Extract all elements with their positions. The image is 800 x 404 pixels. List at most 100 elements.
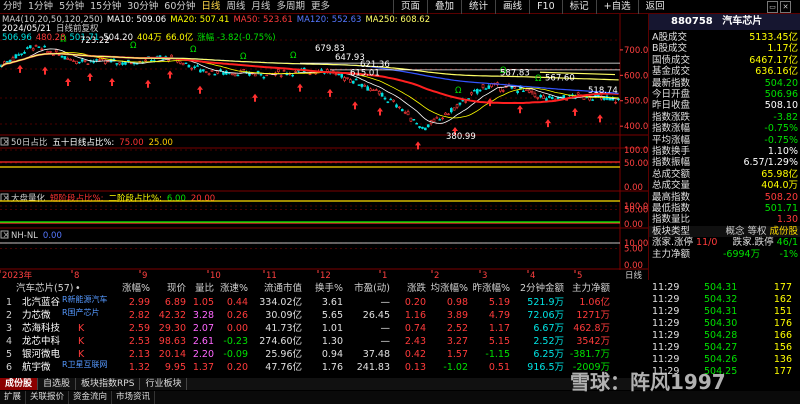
toolbar-button[interactable]: 画线 (495, 0, 529, 14)
column-header[interactable]: 涨跌 (407, 282, 426, 295)
candle (406, 111, 410, 116)
tick-time: 11:29 (652, 306, 680, 317)
candle (389, 98, 393, 101)
tick-price: 504.27 (704, 342, 738, 353)
period-tab[interactable]: 周线 (223, 0, 248, 14)
candle (395, 104, 398, 108)
table-row[interactable]: 3 芯海科技 K 2.59 29.30 2.07 0.00 41.73亿 1.01 — 0.74 2.… (0, 322, 648, 335)
status-tab[interactable]: 市场资讯 (112, 391, 156, 404)
column-header[interactable]: 涨幅% (122, 282, 150, 295)
bottom-tab[interactable]: 成份股 (0, 378, 39, 390)
window-controls: ▭ ✕ (766, 0, 792, 14)
candle (184, 62, 188, 65)
table-row[interactable]: 6 航宇微 R卫星互联网 1.32 9.95 1.37 0.20 47.76亿 1.76 241.… (0, 360, 648, 374)
cell-price: 98.63 (158, 336, 186, 347)
svg-text:506.96480.28501.71504.20404万66: 506.96 480.28 501.71 504.20 404万 66.0亿 涨幅 -3.8… (2, 32, 276, 43)
sub-axis-label: 5.00 (624, 245, 643, 255)
status-tab[interactable]: 扩展 (0, 391, 27, 404)
table-row[interactable]: 2 力芯微 R国产芯片 2.82 42.32 3.28 0.26 30.09亿 5.65 26.4… (0, 308, 648, 322)
cell-yest: -1.15 (485, 349, 510, 360)
candle (193, 66, 196, 68)
period-tab[interactable]: 5分钟 (56, 0, 87, 14)
bottom-tab[interactable]: 板块指数RPS (76, 378, 141, 390)
sector-type-option[interactable]: 成份股 (769, 226, 798, 237)
candle (57, 54, 61, 56)
toolbar-button[interactable]: 标记 (561, 0, 596, 14)
quote-label: 基金成交 (652, 66, 691, 78)
kline-chart-area[interactable]: ΩΩ ΩΩ ΩΩΩΩ MA4(10,20,50,120,250) MA10: 509.… (0, 14, 648, 280)
date-axis-label: 4 (530, 271, 535, 280)
cell-cap: 41.73亿 (265, 323, 302, 334)
stock-name[interactable]: 力芯微 (22, 309, 51, 322)
candle (346, 77, 349, 79)
period-tab[interactable]: 15分钟 (87, 0, 124, 14)
ohlc-value: 66.0亿 (166, 32, 193, 43)
cell-net: -381.7万 (569, 349, 610, 360)
tick-volume: 151 (773, 306, 792, 317)
stock-name[interactable]: 航宇微 (22, 361, 51, 374)
column-header[interactable]: 流通市值 (264, 282, 302, 295)
column-header[interactable]: 涨速% (220, 282, 248, 295)
cell-avg: 3.89 (446, 310, 468, 321)
column-header[interactable]: 均涨幅% (430, 282, 468, 295)
restore-icon[interactable]: ▭ (767, 1, 778, 13)
bottom-tab[interactable]: 自选股 (38, 378, 77, 390)
toolbar-button[interactable]: 页面 (393, 0, 427, 14)
period-tab[interactable]: 日线 (198, 0, 223, 14)
updown-row: 涨家.涨停 11/0 跌家.跌停 46/1 (652, 237, 798, 249)
buy-arrow-icon (327, 88, 333, 97)
close-icon[interactable]: ✕ (780, 1, 791, 13)
column-header[interactable]: 量比 (195, 282, 214, 295)
cell-vr: 3.28 (192, 310, 214, 321)
sector-type-option[interactable]: 等权 (747, 226, 766, 237)
quote-label: 昨日收盘 (652, 100, 691, 112)
quote-label: 最高指数 (652, 191, 691, 203)
column-header[interactable]: 市盈(动) (354, 282, 390, 295)
status-tab[interactable]: 关联报价 (26, 391, 70, 404)
candle (481, 84, 485, 88)
stock-name[interactable]: 芯海科技 (22, 322, 60, 335)
column-header[interactable]: 昨涨幅% (472, 282, 510, 295)
cell-chg: 2.59 (128, 323, 150, 334)
toolbar-button[interactable]: 返回 (637, 0, 672, 14)
column-header[interactable]: 换手% (315, 282, 343, 295)
status-tab[interactable]: 资金流向 (69, 391, 113, 404)
candle (591, 99, 594, 101)
period-tab[interactable]: 多周期 (273, 0, 308, 14)
cell-price: 6.89 (164, 297, 186, 308)
toolbar-buttons: 页面 叠加 统计 画线 F10 标记 +自选 返回 (393, 0, 672, 14)
candle (377, 91, 381, 95)
sub-axis-label: 0.00 (624, 220, 643, 230)
quote-value: 508.20 (764, 191, 798, 203)
tick-price: 504.31 (704, 282, 738, 293)
period-tab[interactable]: 更多 (308, 0, 333, 14)
candle (487, 85, 491, 89)
toolbar-button[interactable]: 叠加 (427, 0, 461, 14)
period-tab[interactable]: 60分钟 (161, 0, 198, 14)
period-tab[interactable]: 分时 (0, 0, 25, 14)
sub-panel: × 50日占比 五十日线占比%: 75.00 25.00 (0, 137, 173, 148)
stock-name[interactable]: 北汽蓝谷 (22, 296, 60, 309)
tick-volume: 177 (773, 366, 792, 377)
ma-value: MA50: 523.61 (233, 15, 292, 25)
ohlc-value: 480.28 (36, 33, 66, 43)
toolbar-button[interactable]: 统计 (461, 0, 495, 14)
bottom-tab[interactable]: 行业板块 (140, 378, 188, 390)
candle (222, 71, 225, 75)
toolbar-button[interactable]: F10 (529, 0, 562, 14)
column-header[interactable]: 现价 (167, 282, 186, 295)
candle (26, 47, 29, 49)
table-row[interactable]: 4 龙芯中科 K 2.53 98.63 2.61 -0.23 274.60亿 1.30 — 2.43… (0, 335, 648, 348)
price-annotation: 723.22 (80, 36, 110, 46)
column-header[interactable]: 主力净额 (572, 282, 610, 295)
toolbar-button[interactable]: +自选 (595, 0, 638, 14)
column-header[interactable]: 2分钟金额 (520, 282, 564, 295)
cell-yest: 0.51 (488, 362, 510, 373)
period-tab[interactable]: 30分钟 (124, 0, 161, 14)
period-tab[interactable]: 1分钟 (25, 0, 56, 14)
candle (527, 89, 531, 93)
period-tab[interactable]: 月线 (248, 0, 273, 14)
stock-name[interactable]: 龙芯中科 (22, 335, 60, 348)
stock-name[interactable]: 银河微电 (22, 348, 60, 361)
sector-type-option[interactable]: 概念 (725, 226, 744, 237)
